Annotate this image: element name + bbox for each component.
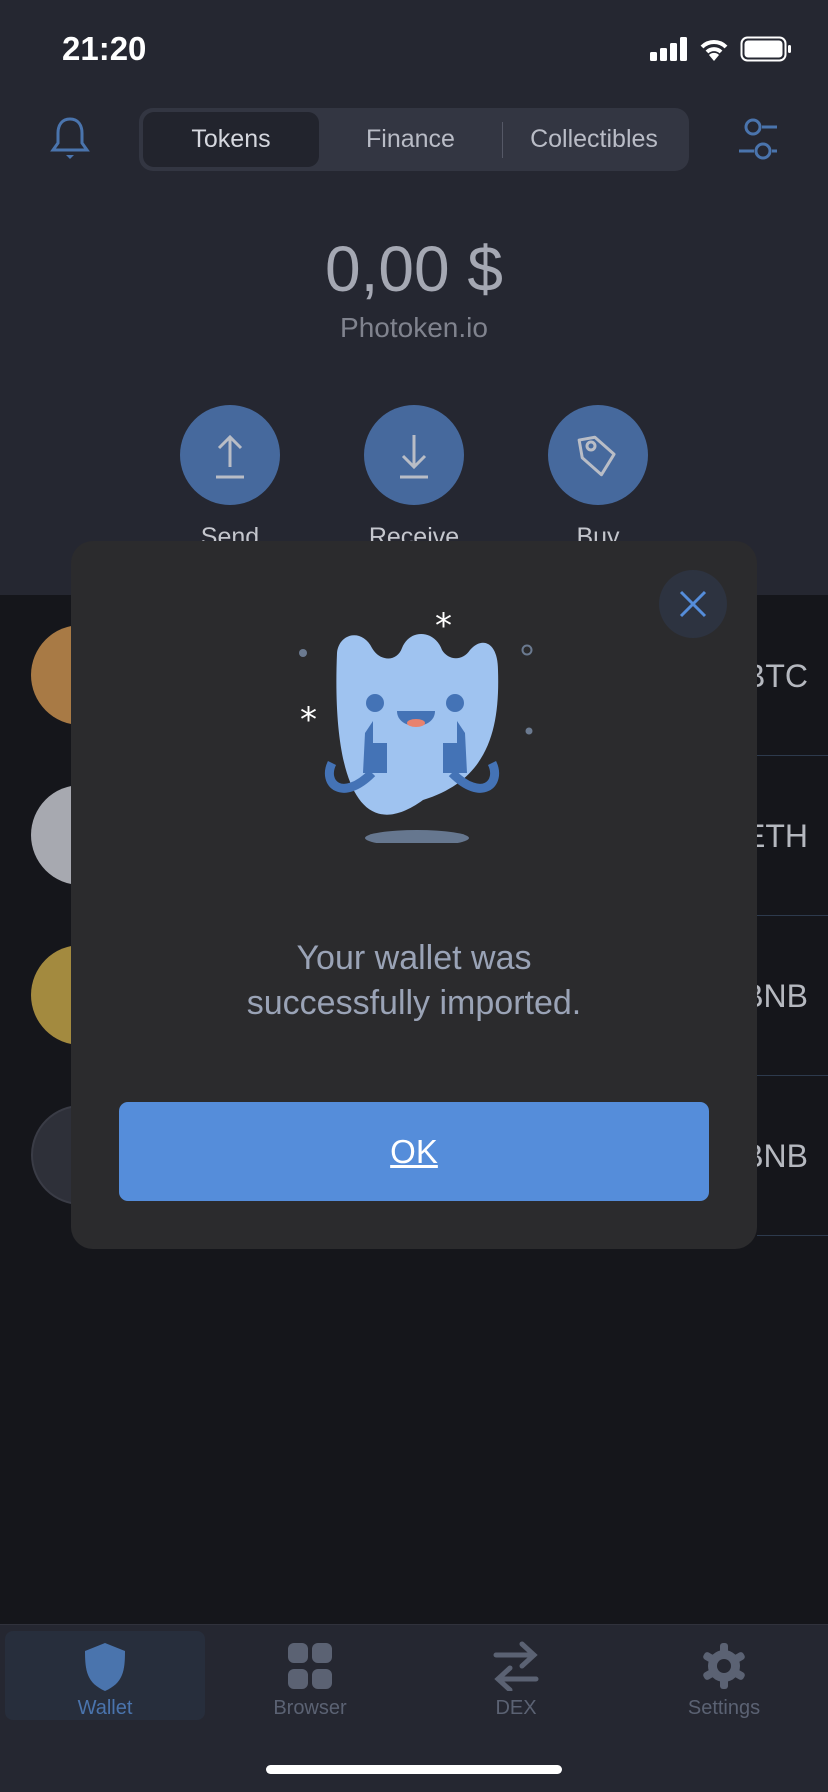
download-icon — [400, 435, 428, 479]
buy-button[interactable]: Buy — [548, 405, 648, 547]
status-time: 21:20 — [62, 30, 147, 67]
divider — [757, 1235, 828, 1236]
close-button[interactable] — [659, 570, 727, 638]
status-icons — [650, 36, 792, 62]
success-message-line2: successfully imported. — [246, 984, 582, 1022]
svg-text:*: * — [435, 606, 452, 646]
tab-wallet[interactable]: Wallet — [5, 1631, 205, 1720]
success-message-line1: Your wallet was — [296, 939, 532, 977]
asset-segmented-control: Tokens Finance Collectibles — [139, 108, 689, 171]
close-icon — [679, 590, 707, 618]
svg-text:*: * — [300, 700, 317, 740]
wallet-name: Photoken.io — [340, 312, 488, 343]
tab-dex-label: DEX — [495, 1697, 537, 1719]
wifi-icon — [700, 40, 728, 61]
balance-amount: 0,00 $ — [325, 233, 503, 305]
tab-browser[interactable]: Browser — [210, 1631, 410, 1720]
home-indicator — [266, 1765, 562, 1774]
tag-icon — [577, 435, 616, 477]
tab-dex[interactable]: DEX — [416, 1631, 616, 1720]
tab-settings[interactable]: Settings — [624, 1631, 824, 1720]
receive-button[interactable]: Receive — [364, 405, 464, 547]
gear-icon — [703, 1643, 745, 1689]
tab-tokens[interactable]: Tokens — [143, 112, 319, 167]
filter-sliders-icon[interactable] — [735, 115, 781, 163]
divider — [757, 1075, 828, 1076]
tab-browser-label: Browser — [273, 1697, 347, 1719]
success-message: Your wallet was successfully imported. — [71, 936, 757, 1026]
divider — [757, 915, 828, 916]
bell-icon[interactable] — [48, 115, 92, 163]
shield-icon — [85, 1643, 125, 1691]
upload-icon — [216, 434, 244, 479]
divider — [757, 755, 828, 756]
happy-wallet-mascot-illustration: * * — [299, 606, 533, 843]
import-success-dialog: * * Your wallet was successfully importe… — [71, 541, 757, 1249]
battery-icon — [740, 36, 791, 62]
send-button[interactable]: Send — [180, 405, 280, 547]
grid-icon — [288, 1643, 332, 1689]
swap-arrows-icon — [493, 1641, 539, 1691]
tab-settings-label: Settings — [687, 1697, 761, 1719]
signal-icon — [650, 37, 687, 61]
tab-finance[interactable]: Finance — [319, 112, 502, 167]
tab-wallet-label: Wallet — [77, 1697, 133, 1719]
ok-button[interactable]: OK — [119, 1102, 709, 1201]
tab-collectibles[interactable]: Collectibles — [503, 112, 685, 167]
